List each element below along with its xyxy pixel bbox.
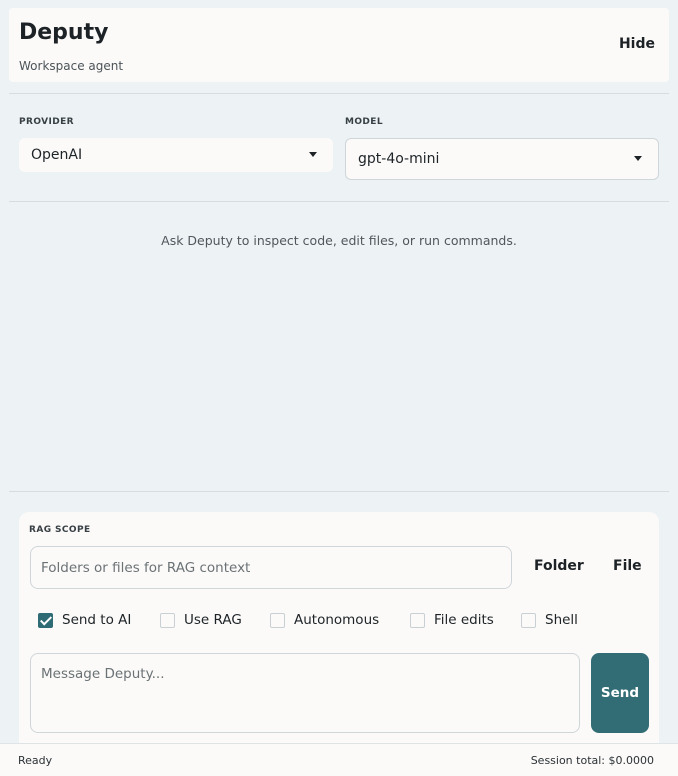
rag-scope-input[interactable]: [30, 546, 512, 589]
file-edits-label: File edits: [434, 612, 494, 628]
provider-select[interactable]: OpenAI: [19, 138, 333, 172]
autonomous-label: Autonomous: [294, 612, 380, 628]
header: Deputy Workspace agent Hide: [9, 8, 669, 82]
app-title: Deputy: [19, 20, 109, 45]
conversation-divider: [9, 491, 669, 492]
checkbox-icon: [521, 612, 536, 628]
status-bar: Ready Session total: $0.0000: [0, 743, 678, 776]
send-to-ai-checkbox[interactable]: Send to AI: [38, 612, 131, 628]
use-rag-checkbox[interactable]: Use RAG: [160, 612, 242, 628]
rag-scope-label: RAG SCOPE: [29, 525, 91, 535]
autonomous-checkbox[interactable]: Autonomous: [270, 612, 379, 628]
use-rag-label: Use RAG: [184, 612, 242, 628]
shell-label: Shell: [545, 612, 578, 628]
checkmark-icon: [38, 612, 53, 628]
composer-panel: RAG SCOPE Folder File Send to AI Use RAG…: [19, 512, 659, 752]
send-button[interactable]: Send: [591, 653, 649, 733]
model-select[interactable]: gpt-4o-mini: [345, 138, 659, 180]
shell-checkbox[interactable]: Shell: [521, 612, 578, 628]
caret-down-icon: [309, 152, 317, 157]
message-input[interactable]: [30, 653, 580, 733]
conversation-empty-state: Ask Deputy to inspect code, edit files, …: [161, 233, 517, 248]
file-button[interactable]: File: [613, 558, 642, 574]
hide-button[interactable]: Hide: [619, 36, 655, 52]
folder-button[interactable]: Folder: [534, 558, 584, 574]
checkbox-icon: [160, 612, 175, 628]
checkbox-icon: [410, 612, 425, 628]
provider-value: OpenAI: [31, 147, 83, 163]
settings-divider: [9, 201, 669, 202]
options-row: Send to AI Use RAG Autonomous File edits…: [19, 612, 659, 632]
model-label: MODEL: [345, 117, 383, 127]
provider-label: PROVIDER: [19, 117, 74, 127]
header-divider: [9, 93, 669, 94]
send-to-ai-label: Send to AI: [62, 612, 132, 628]
checkbox-icon: [270, 612, 285, 628]
deputy-panel: Deputy Workspace agent Hide PROVIDER Ope…: [0, 0, 678, 776]
session-total: Session total: $0.0000: [530, 754, 654, 767]
status-text: Ready: [18, 754, 53, 767]
file-edits-checkbox[interactable]: File edits: [410, 612, 494, 628]
caret-down-icon: [634, 156, 642, 161]
model-value: gpt-4o-mini: [358, 151, 440, 167]
app-subtitle: Workspace agent: [19, 59, 124, 73]
